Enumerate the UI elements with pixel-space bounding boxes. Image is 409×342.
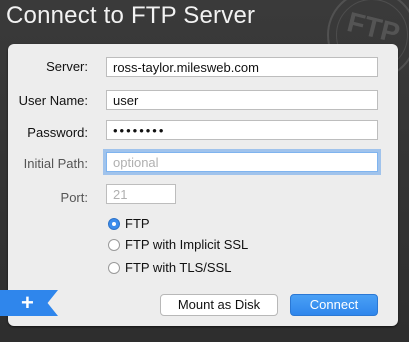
- radio-button[interactable]: [108, 238, 120, 251]
- plus-icon: +: [21, 290, 34, 315]
- port-field[interactable]: [106, 184, 176, 204]
- radio-button-selected[interactable]: [108, 217, 120, 230]
- mount-as-disk-button[interactable]: Mount as Disk: [160, 294, 278, 316]
- server-label: Server:: [46, 59, 88, 74]
- initial-path-label: Initial Path:: [23, 156, 88, 171]
- protocol-option-label: FTP with TLS/SSL: [125, 260, 232, 275]
- protocol-option-label: FTP with Implicit SSL: [125, 237, 249, 252]
- radio-button[interactable]: [108, 261, 120, 274]
- window-title: Connect to FTP Server: [6, 2, 256, 29]
- username-label: User Name:: [18, 93, 88, 108]
- protocol-option-implicit-ssl[interactable]: FTP with Implicit SSL: [108, 237, 248, 252]
- password-label: Password:: [27, 125, 88, 140]
- username-field[interactable]: [106, 90, 378, 110]
- port-label: Port:: [60, 190, 88, 205]
- add-bookmark-button[interactable]: +: [0, 290, 58, 316]
- ftp-connect-window: Connect to FTP Server FTP Server: User N…: [0, 0, 409, 342]
- connect-button[interactable]: Connect: [290, 294, 378, 316]
- connection-form-panel: Server: User Name: Password: •••••••• In…: [0, 44, 398, 326]
- protocol-option-ftp[interactable]: FTP: [108, 216, 150, 231]
- protocol-option-tls-ssl[interactable]: FTP with TLS/SSL: [108, 260, 231, 275]
- initial-path-field[interactable]: [106, 152, 378, 172]
- password-mask: ••••••••: [113, 123, 166, 138]
- protocol-option-label: FTP: [125, 216, 150, 231]
- password-field[interactable]: ••••••••: [106, 120, 378, 140]
- server-field[interactable]: [106, 57, 378, 77]
